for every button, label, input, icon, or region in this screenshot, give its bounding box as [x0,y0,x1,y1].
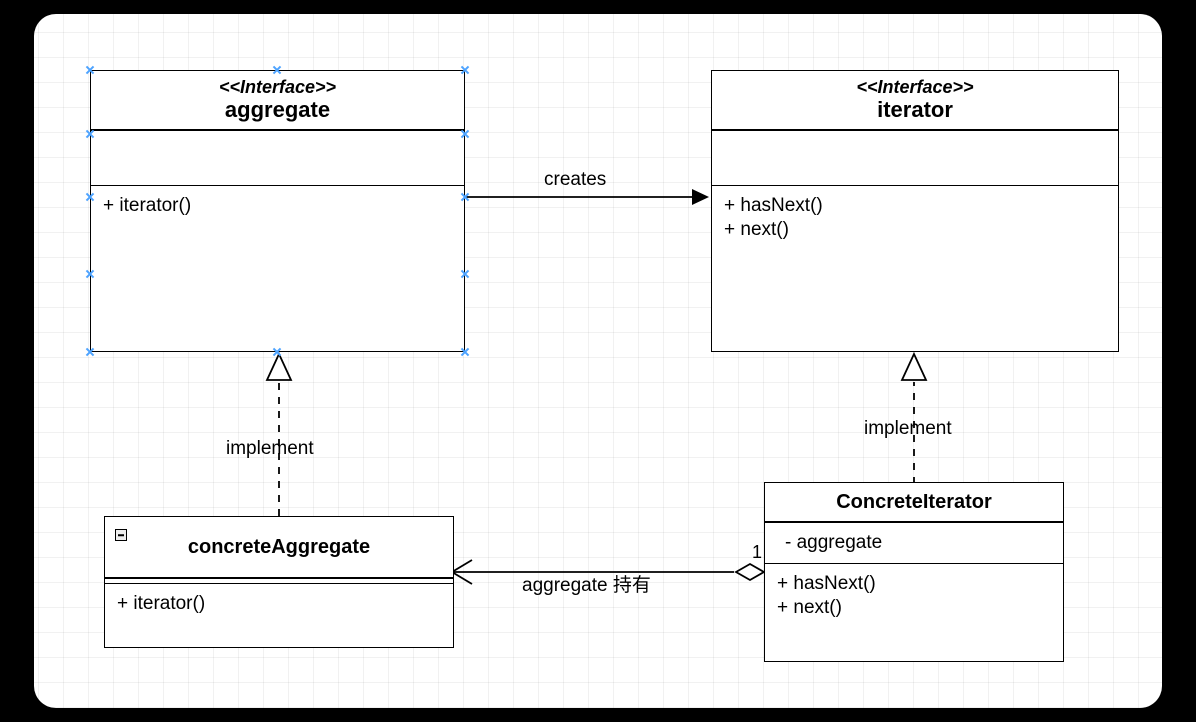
selection-handle[interactable] [272,65,282,75]
selection-handle[interactable] [460,192,470,202]
class-concrete-aggregate-ops: + iterator() [105,584,453,624]
operation: + hasNext() [777,572,1051,596]
class-iterator-ops: + hasNext() + next() [712,186,1118,272]
class-aggregate-attrs [91,131,464,185]
operation: + iterator() [117,592,441,616]
operation: + iterator() [103,194,452,218]
class-name-label: ConcreteIterator [765,489,1063,515]
edge-label-implement-right[interactable]: implement [864,419,952,439]
edge-label-aggregate-holds[interactable]: aggregate 持有 [522,576,651,596]
diagram-root: <<Interface>> aggregate + iterator() <<I… [0,0,1196,722]
selection-handle[interactable] [460,269,470,279]
class-concrete-iterator-ops: + hasNext() + next() [765,564,1063,628]
class-concrete-iterator[interactable]: ConcreteIterator - aggregate + hasNext()… [764,482,1064,662]
class-aggregate[interactable]: <<Interface>> aggregate + iterator() [90,70,465,352]
class-iterator-title: <<Interface>> iterator [712,71,1118,129]
operation: + next() [777,596,1051,620]
class-name-label: iterator [716,97,1114,123]
class-name-label: aggregate [95,97,460,123]
stereotype-label: <<Interface>> [716,77,1114,97]
class-iterator-attrs [712,131,1118,185]
class-concrete-aggregate-title: concreteAggregate [105,517,453,577]
stereotype-label: <<Interface>> [95,77,460,97]
selection-handle[interactable] [85,129,95,139]
arrowhead-creates [692,189,709,205]
edge-label-implement-left[interactable]: implement [226,439,314,459]
selection-handle[interactable] [460,129,470,139]
collapse-icon[interactable] [115,529,127,541]
attribute: - aggregate [785,531,1051,555]
class-name-label: concreteAggregate [109,523,449,571]
canvas-panel[interactable]: <<Interface>> aggregate + iterator() <<I… [34,14,1162,708]
class-concrete-aggregate[interactable]: concreteAggregate + iterator() [104,516,454,648]
separator [105,577,453,579]
arrowhead-diamond [736,564,764,580]
edge-label-creates[interactable]: creates [544,170,606,190]
selection-handle[interactable] [460,347,470,357]
selection-handle[interactable] [85,192,95,202]
arrowhead-implement-left [267,354,291,380]
operation: + next() [724,218,1106,242]
operation: + hasNext() [724,194,1106,218]
selection-handle[interactable] [85,269,95,279]
arrowhead-implement-right [902,354,926,380]
class-iterator[interactable]: <<Interface>> iterator + hasNext() + nex… [711,70,1119,352]
class-aggregate-title: <<Interface>> aggregate [91,71,464,129]
class-concrete-iterator-attrs: - aggregate [765,523,1063,563]
selection-handle[interactable] [85,347,95,357]
class-concrete-iterator-title: ConcreteIterator [765,483,1063,521]
class-aggregate-ops: + iterator() [91,186,464,272]
selection-handle[interactable] [272,347,282,357]
selection-handle[interactable] [85,65,95,75]
edge-multiplicity[interactable]: 1 [752,542,762,562]
selection-handle[interactable] [460,65,470,75]
